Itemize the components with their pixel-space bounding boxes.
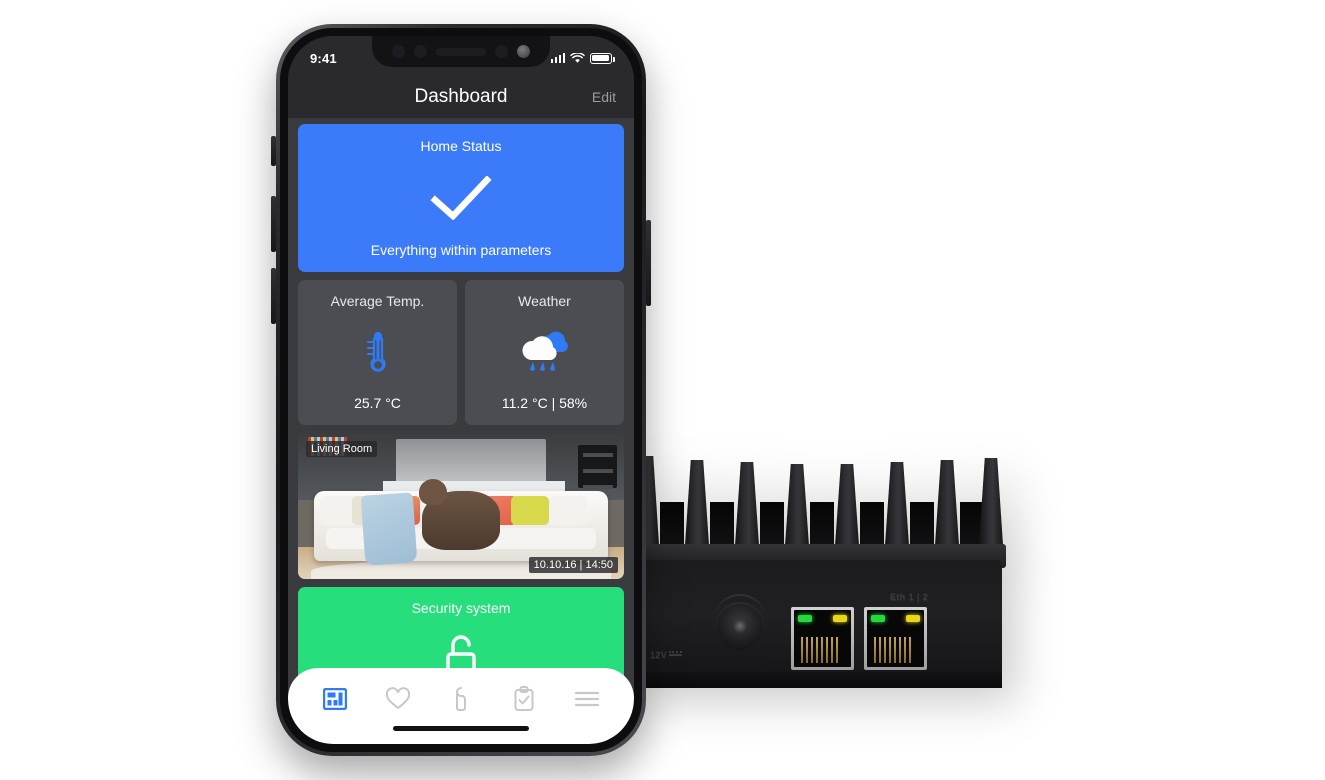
page-title: Dashboard (414, 86, 508, 107)
dashboard-content: Home Status Everything within parameters… (288, 118, 634, 697)
home-status-card[interactable]: Home Status Everything within parameters (298, 124, 624, 272)
network-gateway-device: 12V Eth 1 | 2 (628, 452, 1008, 700)
power-button[interactable] (646, 220, 651, 306)
tab-menu[interactable] (565, 682, 609, 716)
activity-led-yellow (833, 615, 847, 622)
volume-up-button[interactable] (271, 268, 276, 324)
home-indicator[interactable] (393, 726, 529, 731)
weather-title: Weather (518, 293, 571, 309)
clipboard-check-icon (514, 686, 534, 711)
camera-feed-card[interactable]: Living Room 10.10.16 | 14:50 (298, 433, 624, 579)
tab-tasks[interactable] (502, 682, 546, 716)
screenshot-canvas: 12V Eth 1 | 2 9:41 Dashboard Edit Home S… (0, 0, 1325, 780)
ethernet-port-1 (791, 607, 854, 670)
phone-bezel: 9:41 Dashboard Edit Home Status Everythi… (280, 28, 642, 752)
tab-bar (288, 668, 634, 744)
security-system-title: Security system (411, 600, 511, 616)
weather-value: 11.2 °C | 58% (501, 395, 588, 411)
link-led-green (798, 615, 812, 622)
heart-icon (386, 687, 411, 710)
ethernet-port-label: Eth 1 | 2 (890, 592, 929, 602)
average-temp-title: Average Temp. (330, 293, 425, 309)
ambient-light-sensor-icon (414, 45, 427, 58)
front-camera-icon (517, 45, 530, 58)
cellular-bars-icon (550, 53, 565, 63)
home-status-subtitle: Everything within parameters (370, 242, 552, 258)
volume-down-button[interactable] (271, 196, 276, 252)
power-jack (716, 602, 764, 650)
camera-room-label: Living Room (306, 441, 378, 457)
thermometer-icon (363, 309, 393, 395)
power-voltage-label: 12V (650, 650, 683, 660)
activity-led-yellow (906, 615, 920, 622)
tab-do-not-disturb[interactable] (439, 682, 483, 716)
proximity-sensor-icon (392, 45, 405, 58)
door-hanger-icon (455, 687, 466, 711)
checkmark-icon (429, 154, 493, 242)
tab-dashboard[interactable] (313, 682, 357, 716)
rain-cloud-icon (519, 309, 571, 395)
navigation-bar: Dashboard Edit (288, 76, 634, 118)
hamburger-menu-icon (574, 691, 599, 707)
average-temp-value: 25.7 °C (354, 395, 401, 411)
stats-row: Average Temp. 25.7 °C Weather 11.2 °C | … (298, 280, 624, 425)
link-led-green (871, 615, 885, 622)
status-bar-clock: 9:41 (310, 50, 337, 66)
average-temp-card[interactable]: Average Temp. 25.7 °C (298, 280, 457, 425)
mute-switch-button[interactable] (271, 136, 276, 166)
edit-button[interactable]: Edit (592, 89, 616, 105)
ethernet-port-group (791, 607, 927, 670)
battery-full-icon (590, 52, 615, 64)
earpiece-speaker (436, 47, 486, 56)
wifi-icon (570, 52, 585, 63)
weather-card[interactable]: Weather 11.2 °C | 58% (465, 280, 624, 425)
smartphone-device: 9:41 Dashboard Edit Home Status Everythi… (271, 24, 651, 756)
phone-screen: 9:41 Dashboard Edit Home Status Everythi… (288, 36, 634, 744)
tab-favorites[interactable] (376, 682, 420, 716)
power-voltage-text: 12V (650, 650, 668, 660)
dashboard-layout-icon (323, 688, 348, 710)
infrared-sensor-icon (495, 45, 508, 58)
camera-timestamp: 10.10.16 | 14:50 (528, 557, 618, 573)
status-bar-icons (550, 49, 615, 64)
home-status-title: Home Status (420, 138, 502, 154)
display-notch (372, 36, 550, 67)
ethernet-port-2 (864, 607, 927, 670)
